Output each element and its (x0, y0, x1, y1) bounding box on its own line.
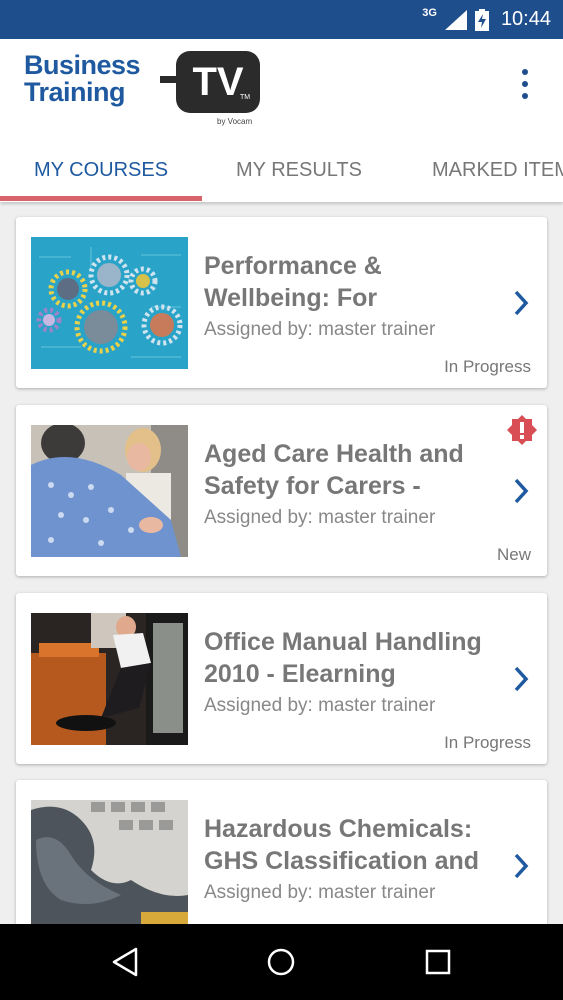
course-status: In Progress (444, 357, 531, 376)
alert-icon (507, 415, 537, 445)
tab-bar: MY COURSES MY RESULTS MARKED ITEMS (0, 138, 563, 202)
logo-line1: Business (24, 50, 141, 80)
status-bar: 3G 10:44 (0, 0, 563, 39)
course-list: Performance & Wellbeing: For Assigned by… (0, 202, 563, 924)
logo-trademark: TM (240, 94, 251, 101)
course-assigned-by: Assigned by: master trainer (204, 507, 436, 528)
tab-my-results[interactable]: MY RESULTS (202, 138, 396, 202)
chevron-right-icon[interactable] (513, 852, 529, 880)
chevron-right-icon[interactable] (513, 477, 529, 505)
home-icon[interactable] (264, 945, 298, 979)
course-status: In Progress (444, 733, 531, 752)
course-title: Office Manual Handling 2010 - Elearning (204, 628, 482, 688)
chevron-right-icon[interactable] (513, 665, 529, 693)
course-card[interactable]: Performance & Wellbeing: For Assigned by… (16, 217, 547, 388)
network-type: 3G (422, 6, 437, 19)
course-title: Performance & Wellbeing: For (204, 252, 382, 312)
course-status: New (496, 545, 531, 564)
business-training-tv-logo: Business Training TV TM by Vocam (24, 46, 269, 126)
course-title: Hazardous Chemicals: GHS Classification … (204, 815, 480, 875)
course-card[interactable]: Office Manual Handling 2010 - Elearning … (16, 593, 547, 764)
course-assigned-by: Assigned by: master trainer (204, 882, 436, 903)
course-thumbnail-gears (31, 237, 188, 369)
signal-icon (444, 9, 467, 30)
logo-line2: Training (24, 77, 126, 107)
back-icon[interactable] (108, 945, 142, 979)
logo-byline: by Vocam (217, 117, 253, 126)
active-tab-indicator (0, 196, 202, 201)
battery-charging-icon (474, 8, 489, 31)
system-nav-bar (0, 924, 563, 1000)
logo-tv: TV (176, 51, 260, 113)
clock: 10:44 (500, 8, 551, 30)
course-card[interactable]: Aged Care Health and Safety for Carers -… (16, 405, 547, 576)
course-thumbnail-carer (31, 425, 188, 557)
tab-my-courses[interactable]: MY COURSES (0, 138, 202, 202)
overflow-menu-icon[interactable] (515, 67, 535, 101)
app-bar: Business Training TV TM by Vocam (0, 39, 563, 138)
course-assigned-by: Assigned by: master trainer (204, 695, 436, 716)
course-thumbnail-chemical (31, 800, 188, 924)
recents-icon[interactable] (421, 945, 455, 979)
course-card[interactable]: Hazardous Chemicals: GHS Classification … (16, 780, 547, 924)
course-assigned-by: Assigned by: master trainer (204, 319, 436, 340)
course-title: Aged Care Health and Safety for Carers - (204, 440, 464, 500)
chevron-right-icon[interactable] (513, 289, 529, 317)
course-thumbnail-office (31, 613, 188, 745)
tab-marked-items[interactable]: MARKED ITEMS (432, 138, 563, 202)
